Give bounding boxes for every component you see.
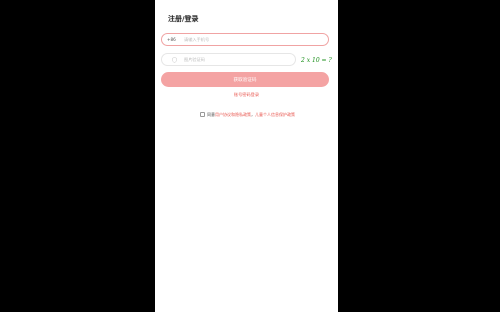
password-login-link[interactable]: 账号密码登录: [155, 92, 338, 98]
get-verification-code-button[interactable]: 获取验证码: [161, 72, 329, 87]
user-agreement-link[interactable]: 用户协议: [215, 112, 231, 118]
agreement-checkbox[interactable]: [200, 112, 205, 117]
country-code-selector[interactable]: +86: [167, 37, 176, 42]
app-screen: 注册/登录 +86 2 x 10 = ? 获取验证码 账号密码登录 同意 用户协…: [155, 0, 338, 312]
page-title: 注册/登录: [168, 15, 199, 23]
agreement-row: 同意 用户协议 和 隐私政策 ， 儿童个人信息保护政策: [200, 111, 295, 118]
captcha-field[interactable]: [161, 53, 296, 66]
phone-field[interactable]: +86: [161, 33, 329, 46]
captcha-input[interactable]: [184, 56, 289, 63]
captcha-image[interactable]: 2 x 10 = ?: [301, 56, 332, 66]
shield-icon: [172, 57, 177, 63]
privacy-policy-link[interactable]: 隐私政策: [235, 112, 251, 118]
agreement-prefix: 同意: [207, 111, 215, 117]
phone-number-input[interactable]: [184, 36, 324, 43]
child-policy-link[interactable]: 儿童个人信息保护政策: [255, 112, 295, 118]
